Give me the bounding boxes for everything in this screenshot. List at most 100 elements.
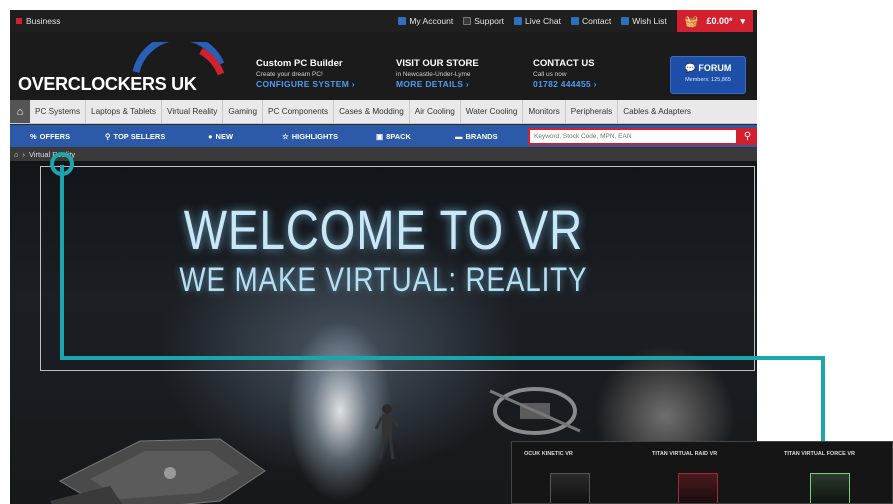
live-chat-label: Live Chat: [525, 16, 561, 26]
product-titan-virtual-raid-vr[interactable]: TITAN VIRTUAL RAID VR: [652, 451, 717, 457]
star-icon: ☆: [282, 131, 289, 141]
my-account-label: My Account: [409, 16, 454, 26]
product-titan-virtual-force-vr[interactable]: TITAN VIRTUAL FORCE VR: [784, 451, 855, 457]
site-header: OVERCLOCKERS UK Custom PC Builder Create…: [10, 32, 757, 107]
secondary-nav: % OFFERS ⚲ TOP SELLERS ● NEW ☆ HIGHLIGHTS ▣ 8…: [10, 125, 757, 147]
space-station-illustration: [489, 387, 581, 435]
search-icon: ⚲: [743, 131, 752, 142]
logo-text: OVERCLOCKERS UK: [18, 74, 197, 94]
website-viewport: Business My Account Support Live Chat Co…: [10, 10, 757, 504]
callout-line-horizontal: [60, 356, 825, 360]
box-icon: ▣: [376, 131, 384, 141]
contact-label: Contact: [581, 16, 612, 26]
search-button[interactable]: ⚲: [738, 128, 757, 145]
spaceship-illustration: [50, 438, 266, 504]
pc-builder-subtitle: Create your dream PC!: [256, 71, 323, 78]
screenshot-stage: Business My Account Support Live Chat Co…: [0, 0, 893, 504]
hero-subheading: WE MAKE VIRTUAL: REALITY: [179, 261, 588, 299]
pin-icon: ⚲: [105, 131, 111, 141]
8pack-link[interactable]: ▣ 8PACK: [376, 132, 411, 141]
wish-list-link[interactable]: Wish List: [621, 16, 667, 26]
8pack-label: 8PACK: [386, 131, 411, 141]
breadcrumb-separator: ›: [22, 149, 26, 159]
store-title: VISIT OUR STORE: [396, 58, 479, 69]
basket-icon: 🧺: [684, 15, 699, 28]
contact-phone-link[interactable]: 01782 444455 ›: [533, 79, 597, 89]
product-ocuk-kinetic-vr[interactable]: OCUK KINETIC VR: [524, 451, 573, 457]
new-label: NEW: [215, 131, 234, 141]
highlights-label: HIGHLIGHTS: [291, 131, 338, 141]
callout-line-vertical-left: [60, 165, 64, 359]
top-sellers-link[interactable]: ⚲ TOP SELLERS: [105, 132, 165, 141]
search-input[interactable]: [528, 128, 738, 145]
forum-members: Members: 125,865: [685, 77, 731, 83]
category-nav: ⌂ PC Systems Laptops & Tablets Virtual R…: [10, 100, 757, 124]
forum-label: FORUM: [698, 63, 732, 73]
nav-cases-modding[interactable]: Cases & Modding: [334, 100, 410, 123]
store-subtitle: in Newcastle-Under-Lyme: [396, 71, 471, 78]
contact-promo[interactable]: CONTACT US Call us now 01782 444455 ›: [533, 58, 597, 89]
mail-icon: [570, 17, 579, 25]
brands-link[interactable]: ▬ BRANDS: [455, 132, 498, 141]
heart-icon: [621, 17, 630, 25]
support-link[interactable]: Support: [463, 16, 504, 26]
nav-air-cooling[interactable]: Air Cooling: [410, 100, 461, 123]
utility-links: My Account Support Live Chat Contact Wis…: [398, 10, 753, 32]
nav-pc-systems[interactable]: PC Systems: [30, 100, 87, 123]
pc-builder-promo[interactable]: Custom PC Builder Create your dream PC! …: [256, 58, 355, 89]
chat-icon: [514, 17, 523, 25]
pc-case-image[interactable]: [810, 473, 850, 503]
forum-title: 💬 FORUM: [671, 63, 745, 74]
speech-bubble-icon: 💬: [684, 63, 696, 73]
breadcrumb: ⌂ › Virtual Reality: [10, 147, 757, 161]
support-label: Support: [474, 16, 505, 26]
contact-title: CONTACT US: [533, 58, 595, 69]
nav-peripherals[interactable]: Peripherals: [566, 100, 619, 123]
business-icon: [16, 18, 22, 24]
highlights-link[interactable]: ☆ HIGHLIGHTS: [282, 132, 338, 141]
nav-water-cooling[interactable]: Water Cooling: [461, 100, 524, 123]
percent-icon: %: [30, 131, 37, 141]
business-link[interactable]: Business: [16, 16, 61, 26]
chevron-down-icon: ▾: [740, 15, 745, 26]
support-icon: [463, 17, 472, 25]
pc-case-image[interactable]: [550, 473, 590, 503]
contact-subtitle: Call us now: [533, 71, 567, 78]
new-link[interactable]: ● NEW: [208, 132, 233, 141]
info-icon: ●: [208, 131, 213, 141]
tag-icon: ▬: [455, 131, 463, 141]
callout-line-vertical-right: [821, 356, 825, 442]
hero-heading: WELCOME TO VR: [183, 198, 584, 261]
nav-gaming[interactable]: Gaming: [223, 100, 264, 123]
brands-label: BRANDS: [465, 131, 498, 141]
nav-pc-components[interactable]: PC Components: [263, 100, 335, 123]
configure-system-link[interactable]: CONFIGURE SYSTEM ›: [256, 79, 355, 89]
pc-case-image[interactable]: [678, 473, 718, 503]
store-promo[interactable]: VISIT OUR STORE in Newcastle-Under-Lyme …: [396, 58, 479, 89]
business-label: Business: [26, 16, 61, 26]
basket-total: £0.00*: [706, 16, 733, 26]
wish-list-label: Wish List: [632, 16, 667, 26]
user-icon: [398, 17, 407, 25]
store-details-link[interactable]: MORE DETAILS ›: [396, 79, 479, 89]
vr-products-inset: OCUK KINETIC VR TITAN VIRTUAL RAID VR TI…: [511, 441, 893, 504]
nav-cables-adapters[interactable]: Cables & Adapters: [618, 100, 696, 123]
pc-builder-title: Custom PC Builder: [256, 58, 343, 69]
contact-link[interactable]: Contact: [570, 16, 612, 26]
forum-button[interactable]: 💬 FORUM Members: 125,865: [670, 56, 746, 94]
nav-virtual-reality[interactable]: Virtual Reality: [162, 100, 224, 123]
basket-button[interactable]: 🧺 £0.00* ▾: [676, 10, 753, 32]
nav-monitors[interactable]: Monitors: [523, 100, 566, 123]
top-sellers-label: TOP SELLERS: [113, 131, 166, 141]
callout-circle-marker: [50, 152, 74, 176]
site-logo[interactable]: OVERCLOCKERS UK: [16, 42, 236, 94]
my-account-link[interactable]: My Account: [398, 16, 453, 26]
offers-label: OFFERS: [39, 131, 71, 141]
offers-link[interactable]: % OFFERS: [30, 132, 70, 141]
home-breadcrumb-icon[interactable]: ⌂: [14, 150, 19, 159]
home-icon[interactable]: ⌂: [10, 100, 30, 123]
live-chat-link[interactable]: Live Chat: [514, 16, 561, 26]
top-utility-bar: Business My Account Support Live Chat Co…: [10, 10, 757, 32]
astronaut-illustration: [375, 404, 399, 460]
nav-laptops-tablets[interactable]: Laptops & Tablets: [86, 100, 162, 123]
